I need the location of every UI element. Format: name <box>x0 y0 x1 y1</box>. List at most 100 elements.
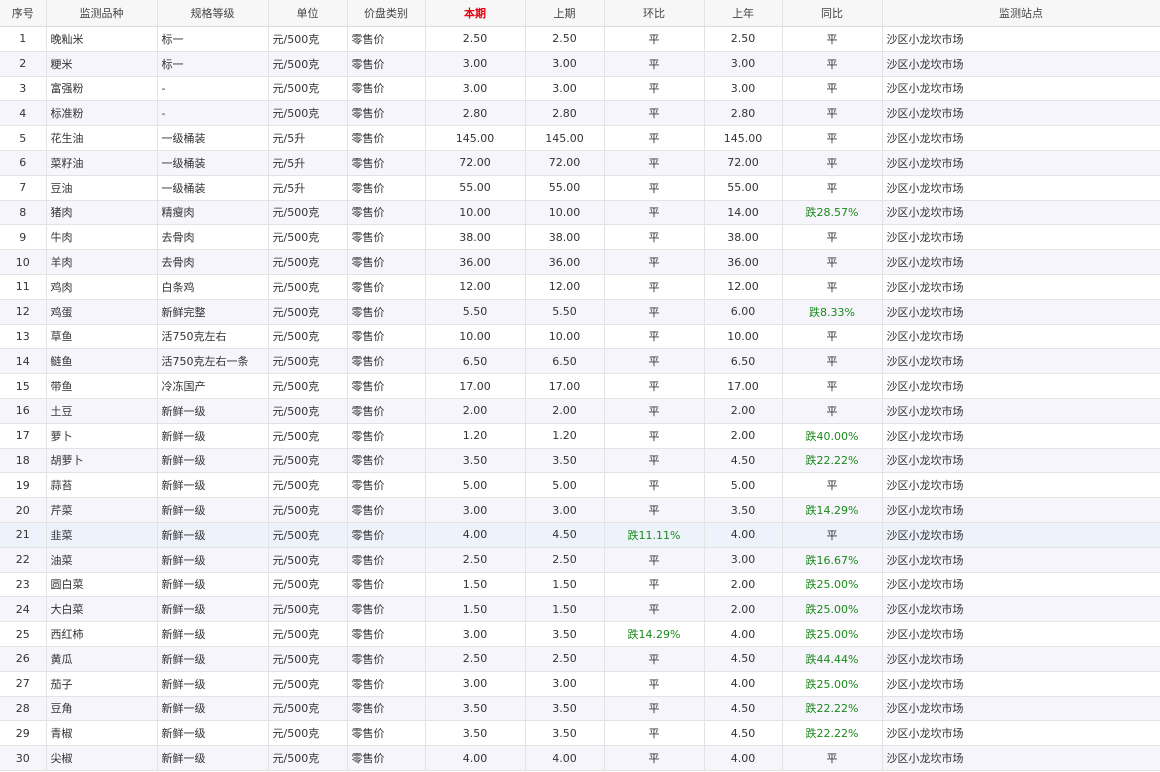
cell-unit: 元/500克 <box>268 26 348 52</box>
table-row[interactable]: 9 牛肉 去骨肉 元/500克 零售价 38.00 38.00 平 38.00 平沙区小龙坎市场 <box>0 224 1160 251</box>
cell-ptype: 零售价 <box>347 125 426 151</box>
cell-mom: 平 <box>604 448 705 474</box>
table-row[interactable]: 30 尖椒 新鲜一级 元/500克 零售价 4.00 4.00 平 4.00 平沙区小龙坎市场 <box>0 745 1160 771</box>
cell-prev: 55.00 <box>525 175 605 201</box>
cell-ptype: 零售价 <box>347 26 426 52</box>
table-row[interactable]: 6 菜籽油 一级桶装 元/5升 零售价 72.00 72.00 平 72.00 平沙区小龙坎市场 <box>0 150 1160 176</box>
cell-site: 沙区小龙坎市场 <box>882 522 1160 548</box>
table-row[interactable]: 18 胡萝卜 新鲜一级 元/500克 零售价 3.50 3.50 平 4.50 跌22.22% 沙区… <box>0 448 1160 474</box>
table-row[interactable]: 23 圆白菜 新鲜一级 元/500克 零售价 1.50 1.50 平 2.00 跌25.00% 沙区… <box>0 572 1160 598</box>
cell-cur: 10.00 <box>425 200 526 226</box>
cell-unit: 元/500克 <box>268 100 348 127</box>
table-row[interactable]: 20 芹菜 新鲜一级 元/500克 零售价 3.00 3.00 平 3.50 跌14.29% 沙区小… <box>0 497 1160 523</box>
table-row[interactable]: 8 猪肉 精瘦肉 元/500克 零售价 10.00 10.00 平 14.00 跌28.57% 沙区… <box>0 200 1160 226</box>
table-row[interactable]: 11 鸡肉 白条鸡 元/500克 零售价 12.00 12.00 平 12.00 平沙区小龙坎市场 <box>0 274 1160 300</box>
cell-cur: 145.00 <box>425 125 526 151</box>
table-row[interactable]: 29 青椒 新鲜一级 元/500克 零售价 3.50 3.50 平 4.50 跌22.22% 沙区小… <box>0 720 1160 747</box>
cell-mom: 平 <box>604 720 705 747</box>
table-row[interactable]: 28 豆角 新鲜一级 元/500克 零售价 3.50 3.50 平 4.50 跌22.22% 沙区小… <box>0 696 1160 722</box>
cell-no: 21 <box>0 522 47 548</box>
cell-spec: 一级桶装 <box>157 125 269 151</box>
table-row[interactable]: 2 粳米 标一 元/500克 零售价 3.00 3.00 平 3.00 平沙区小龙坎市场 <box>0 51 1160 77</box>
table-row[interactable]: 21 韭菜 新鲜一级 元/500克 零售价 4.00 4.50 跌11.11% 4.00 平沙区小… <box>0 522 1160 548</box>
column-header-ptype: 价盘类别 <box>347 0 426 27</box>
cell-yoy: 平 <box>782 150 883 176</box>
table-row[interactable]: 5 花生油 一级桶装 元/5升 零售价 145.00 145.00 平 145.00 平沙区小龙坎… <box>0 125 1160 151</box>
cell-prev: 2.50 <box>525 646 605 672</box>
cell-spec: 新鲜完整 <box>157 299 269 325</box>
cell-spec: 新鲜一级 <box>157 596 269 623</box>
cell-no: 25 <box>0 621 47 647</box>
cell-spec: 新鲜一级 <box>157 572 269 598</box>
table-row[interactable]: 19 蒜苔 新鲜一级 元/500克 零售价 5.00 5.00 平 5.00 平沙区小龙坎市场 <box>0 472 1160 499</box>
cell-spec: 新鲜一级 <box>157 745 269 771</box>
cell-ly: 4.50 <box>704 696 783 722</box>
cell-mom: 平 <box>604 348 705 375</box>
cell-ly: 3.50 <box>704 497 783 523</box>
cell-mom: 平 <box>604 745 705 771</box>
table-row[interactable]: 22 油菜 新鲜一级 元/500克 零售价 2.50 2.50 平 3.00 跌16.67% 沙区小… <box>0 547 1160 573</box>
cell-unit: 元/500克 <box>268 472 348 499</box>
cell-spec: 精瘦肉 <box>157 200 269 226</box>
cell-item: 草鱼 <box>46 324 158 350</box>
table-row[interactable]: 3 富强粉 - 元/500克 零售价 3.00 3.00 平 3.00 平沙区小龙坎市场 <box>0 76 1160 102</box>
table-row[interactable]: 24 大白菜 新鲜一级 元/500克 零售价 1.50 1.50 平 2.00 跌25.00% 沙区… <box>0 596 1160 623</box>
cell-ptype: 零售价 <box>347 423 426 449</box>
cell-site: 沙区小龙坎市场 <box>882 274 1160 300</box>
cell-item: 粳米 <box>46 51 158 77</box>
cell-cur: 3.00 <box>425 497 526 523</box>
cell-spec: 新鲜一级 <box>157 472 269 499</box>
column-header-prev: 上期 <box>525 0 605 27</box>
table-row[interactable]: 13 草鱼 活750克左右 元/500克 零售价 10.00 10.00 平 10.00 平沙区小… <box>0 324 1160 350</box>
table-row[interactable]: 25 西红柿 新鲜一级 元/500克 零售价 3.00 3.50 跌14.29% 4.00 跌25… <box>0 621 1160 647</box>
cell-no: 1 <box>0 26 47 52</box>
price-monitor-table: 序号 监测品种 规格等级 单位 价盘类别 本期 上期 环比 上年 同比 监测站点 1 晚籼米 标一 元/5… <box>0 0 1160 771</box>
cell-item: 蒜苔 <box>46 472 158 499</box>
table-row[interactable]: 27 茄子 新鲜一级 元/500克 零售价 3.00 3.00 平 4.00 跌25.00% 沙区小… <box>0 671 1160 697</box>
cell-ptype: 零售价 <box>347 150 426 176</box>
cell-spec: 标一 <box>157 51 269 77</box>
column-header-ly: 上年 <box>704 0 783 27</box>
cell-prev: 3.00 <box>525 51 605 77</box>
cell-cur: 17.00 <box>425 373 526 399</box>
cell-site: 沙区小龙坎市场 <box>882 324 1160 350</box>
cell-mom: 平 <box>604 398 705 424</box>
cell-site: 沙区小龙坎市场 <box>882 224 1160 251</box>
cell-mom: 平 <box>604 547 705 573</box>
table-row[interactable]: 12 鸡蛋 新鲜完整 元/500克 零售价 5.50 5.50 平 6.00 跌8.33% 沙区小龙… <box>0 299 1160 325</box>
cell-unit: 元/500克 <box>268 448 348 474</box>
cell-ly: 12.00 <box>704 274 783 300</box>
table-row[interactable]: 17 萝卜 新鲜一级 元/500克 零售价 1.20 1.20 平 2.00 跌40.00% 沙区小… <box>0 423 1160 449</box>
table-row[interactable]: 14 鲢鱼 活750克左右一条 元/500克 零售价 6.50 6.50 平 6.50 平沙区小龙… <box>0 348 1160 375</box>
cell-cur: 2.00 <box>425 398 526 424</box>
table-row[interactable]: 7 豆油 一级桶装 元/5升 零售价 55.00 55.00 平 55.00 平沙区小龙坎市场 <box>0 175 1160 201</box>
cell-prev: 2.00 <box>525 398 605 424</box>
cell-spec: 冷冻国产 <box>157 373 269 399</box>
cell-cur: 3.00 <box>425 76 526 102</box>
table-row[interactable]: 1 晚籼米 标一 元/500克 零售价 2.50 2.50 平 2.50 平沙区小龙坎市场 <box>0 26 1160 52</box>
cell-site: 沙区小龙坎市场 <box>882 497 1160 523</box>
cell-prev: 1.20 <box>525 423 605 449</box>
cell-item: 菜籽油 <box>46 150 158 176</box>
cell-ly: 36.00 <box>704 249 783 275</box>
table-row[interactable]: 26 黄瓜 新鲜一级 元/500克 零售价 2.50 2.50 平 4.50 跌44.44% 沙区小… <box>0 646 1160 672</box>
table-row[interactable]: 4 标准粉 - 元/500克 零售价 2.80 2.80 平 2.80 平沙区小龙坎市场 <box>0 100 1160 127</box>
cell-unit: 元/500克 <box>268 224 348 251</box>
column-header-item: 监测品种 <box>46 0 158 27</box>
table-body: 1 晚籼米 标一 元/500克 零售价 2.50 2.50 平 2.50 平沙区小龙坎市场 2 粳米标… <box>0 26 1160 771</box>
cell-mom: 平 <box>604 51 705 77</box>
table-row[interactable]: 10 羊肉 去骨肉 元/500克 零售价 36.00 36.00 平 36.00 平沙区小龙坎市场 <box>0 249 1160 275</box>
table-row[interactable]: 15 带鱼 冷冻国产 元/500克 零售价 17.00 17.00 平 17.00 平沙区小龙坎市… <box>0 373 1160 399</box>
cell-spec: 新鲜一级 <box>157 522 269 548</box>
cell-item: 鸡肉 <box>46 274 158 300</box>
cell-cur: 5.50 <box>425 299 526 325</box>
cell-item: 羊肉 <box>46 249 158 275</box>
table-row[interactable]: 16 土豆 新鲜一级 元/500克 零售价 2.00 2.00 平 2.00 平沙区小龙坎市场 <box>0 398 1160 424</box>
cell-spec: 标一 <box>157 26 269 52</box>
cell-ly: 5.00 <box>704 472 783 499</box>
cell-prev: 6.50 <box>525 348 605 375</box>
cell-site: 沙区小龙坎市场 <box>882 621 1160 647</box>
cell-mom: 平 <box>604 224 705 251</box>
cell-ptype: 零售价 <box>347 745 426 771</box>
cell-ly: 3.00 <box>704 547 783 573</box>
